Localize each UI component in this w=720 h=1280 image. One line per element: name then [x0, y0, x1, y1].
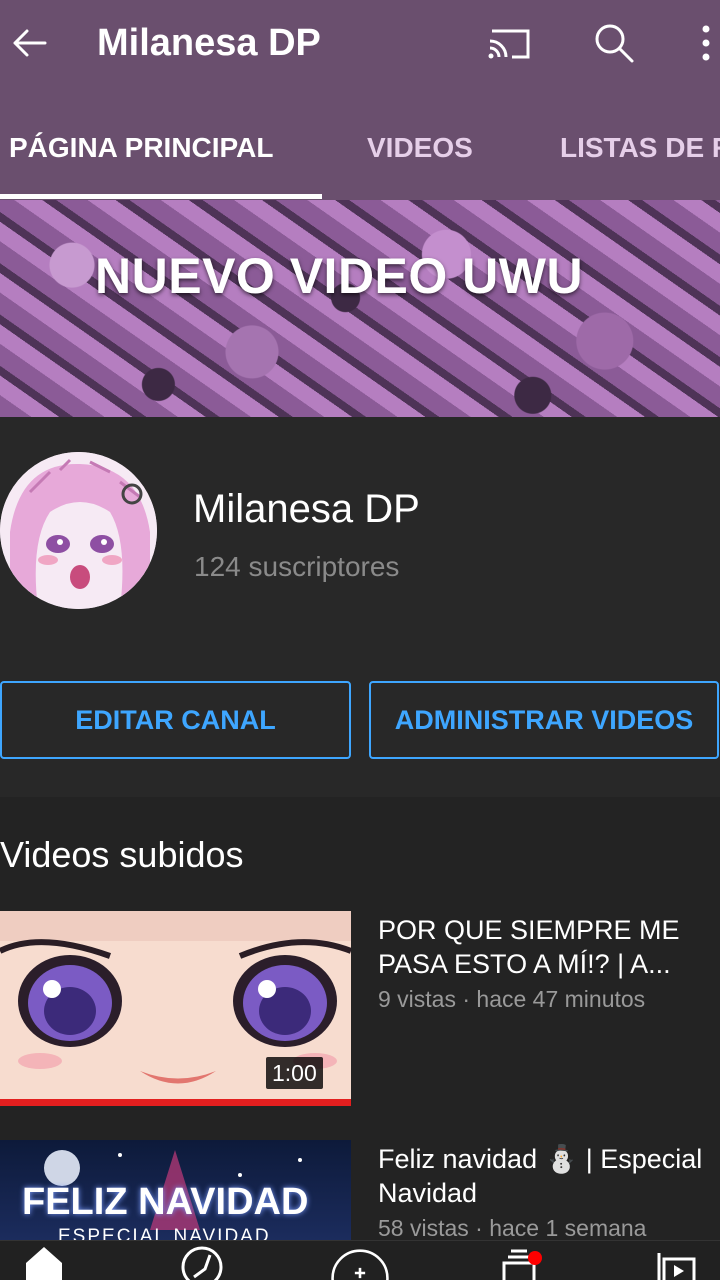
- uploads-section: Videos subidos 1:00 POR QUE SIEMPRE ME P…: [0, 797, 720, 1240]
- top-app-bar: Milanesa DP: [0, 0, 720, 90]
- search-icon: [595, 24, 634, 63]
- cast-icon: [488, 29, 530, 59]
- thumbnail-title: FELIZ NAVIDAD: [22, 1181, 309, 1223]
- section-title: Videos subidos: [0, 834, 244, 875]
- nav-home[interactable]: [14, 1241, 74, 1280]
- tab-home[interactable]: PÁGINA PRINCIPAL: [9, 130, 273, 166]
- video-thumbnail[interactable]: FELIZ NAVIDAD ESPECIAL NAVIDAD: [0, 1140, 351, 1240]
- nav-explore[interactable]: [172, 1241, 232, 1280]
- back-button[interactable]: [4, 18, 54, 68]
- channel-header: Milanesa DP 124 suscriptores EDITAR CANA…: [0, 417, 720, 797]
- more-vert-icon: [702, 25, 710, 61]
- video-title[interactable]: POR QUE SIEMPRE ME PASA ESTO A MÍ!? | A.…: [378, 913, 703, 981]
- channel-name: Milanesa DP: [193, 487, 420, 531]
- arrow-left-icon: [13, 29, 47, 57]
- search-button[interactable]: [588, 18, 640, 68]
- explore-icon: [181, 1246, 223, 1280]
- avatar[interactable]: [0, 452, 157, 609]
- home-icon: [26, 1247, 62, 1280]
- video-item[interactable]: FELIZ NAVIDAD ESPECIAL NAVIDAD Feliz nav…: [0, 1140, 720, 1240]
- active-tab-indicator: [0, 194, 322, 199]
- nav-add[interactable]: [330, 1241, 390, 1280]
- notification-dot: [528, 1251, 542, 1265]
- watch-progress-bar: [0, 1099, 351, 1106]
- banner-text: NUEVO VIDEO UWU: [95, 248, 584, 304]
- cast-button[interactable]: [483, 18, 535, 68]
- channel-title: Milanesa DP: [97, 22, 321, 64]
- nav-subscriptions[interactable]: [488, 1241, 548, 1280]
- video-thumbnail[interactable]: 1:00: [0, 911, 351, 1106]
- more-options-button[interactable]: [686, 18, 720, 68]
- video-meta: 9 vistas · hace 47 minutos: [378, 986, 646, 1012]
- nav-library[interactable]: [646, 1241, 706, 1280]
- tab-playlists[interactable]: LISTAS DE R: [560, 130, 720, 166]
- video-title[interactable]: Feliz navidad ⛄ | Especial Navidad: [378, 1142, 703, 1210]
- edit-channel-button[interactable]: EDITAR CANAL: [0, 681, 351, 759]
- manage-videos-button[interactable]: ADMINISTRAR VIDEOS: [369, 681, 719, 759]
- video-item[interactable]: 1:00 POR QUE SIEMPRE ME PASA ESTO A MÍ!?…: [0, 911, 720, 1111]
- video-duration: 1:00: [266, 1057, 323, 1089]
- library-icon: [657, 1253, 696, 1280]
- channel-banner: NUEVO VIDEO UWU: [0, 200, 720, 417]
- tab-videos[interactable]: VIDEOS: [367, 130, 473, 166]
- subscriber-count: 124 suscriptores: [194, 551, 400, 582]
- add-icon: [331, 1249, 389, 1280]
- video-meta: 58 vistas · hace 1 semana: [378, 1215, 647, 1240]
- avatar-illustration: [0, 452, 157, 609]
- channel-tabs: PÁGINA PRINCIPAL VIDEOS LISTAS DE R: [0, 90, 720, 200]
- app-screen: Milanesa DP PÁGINA PRINCIPAL VIDEOS LIST…: [0, 0, 720, 1280]
- bottom-navigation: [0, 1240, 720, 1280]
- thumbnail-subtitle: ESPECIAL NAVIDAD: [58, 1226, 271, 1240]
